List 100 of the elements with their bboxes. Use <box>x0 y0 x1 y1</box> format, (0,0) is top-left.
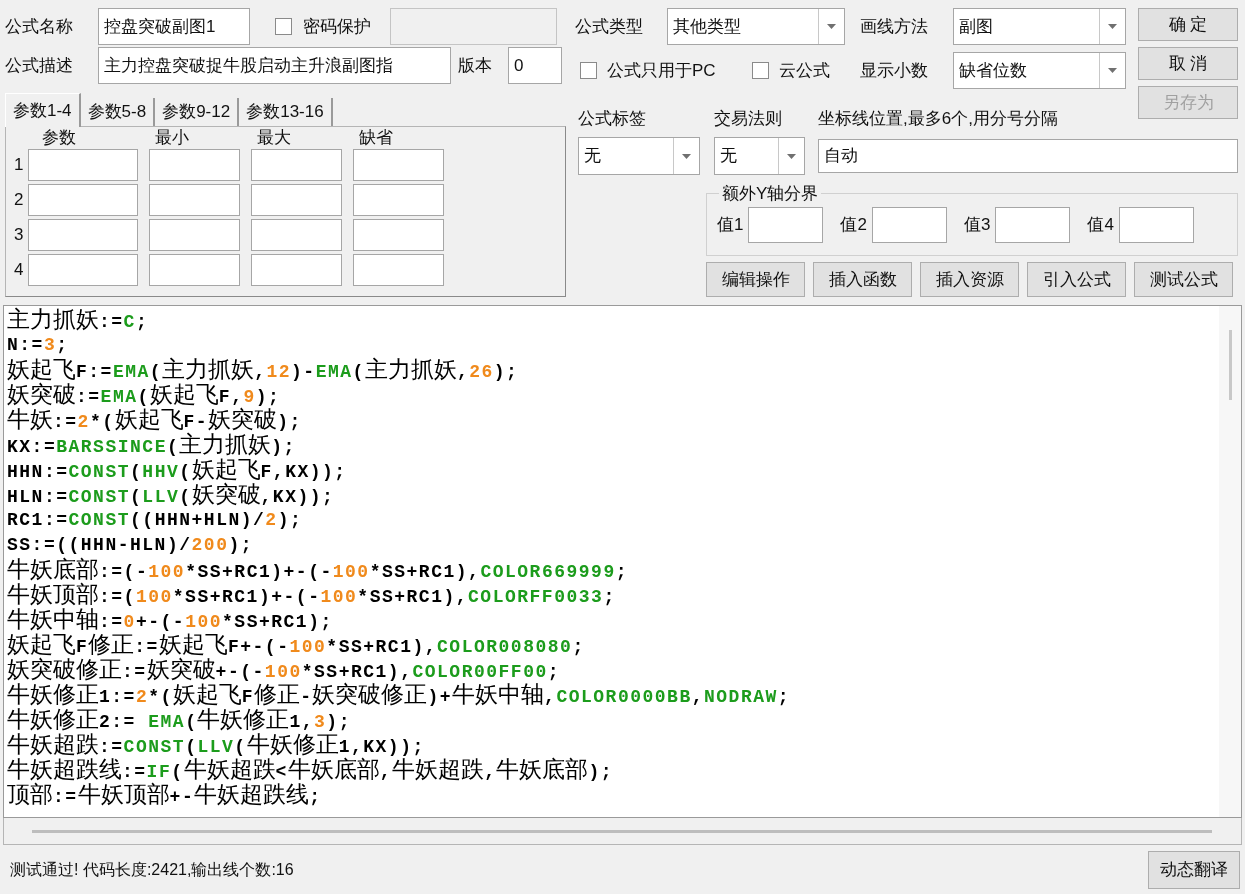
axis-field[interactable]: 自动 <box>818 139 1238 173</box>
field-label: 云公式 <box>779 59 831 82</box>
param-field[interactable] <box>353 219 444 251</box>
code-line: 牛妖底部:=(-100*SS+RC1)+-(-100*SS+RC1),COLOR669999; <box>7 557 628 582</box>
field-label: 公式描述 <box>5 54 74 77</box>
code-line: 主力抓妖:=C; <box>7 307 149 332</box>
field-label: 公式标签 <box>578 108 647 131</box>
code-line: RC1:=CONST((HHN+HLN)/2); <box>7 509 303 532</box>
code-line: KX:=BARSSINCE(主力抓妖); <box>7 432 296 457</box>
value-field[interactable] <box>995 206 1071 243</box>
field-label: 画线方法 <box>860 15 929 38</box>
caret-icon <box>827 24 836 29</box>
code-line: SS:=((HHN-HLN)/200); <box>7 534 254 557</box>
field-label: 交易法则 <box>714 108 783 131</box>
param-field[interactable] <box>28 184 138 216</box>
param-field[interactable] <box>28 254 138 286</box>
caret-icon <box>1108 24 1117 29</box>
param-tab[interactable]: 参数9-12 <box>155 98 240 126</box>
code-line: 顶部:=牛妖顶部+-牛妖超跌线; <box>7 782 322 807</box>
value-field[interactable] <box>1118 206 1194 243</box>
field-label: 公式名称 <box>5 15 74 38</box>
dropdown[interactable]: 无 <box>714 137 805 175</box>
column-header: 参数 <box>41 128 77 146</box>
dropdown[interactable]: 缺省位数 <box>953 52 1126 89</box>
param-field[interactable] <box>251 184 342 216</box>
dialog-button[interactable]: 插入资源 <box>920 262 1019 297</box>
param-tab[interactable]: 参数1-4 <box>5 93 81 127</box>
param-field[interactable] <box>149 149 240 181</box>
dropdown[interactable]: 无 <box>578 137 700 175</box>
param-tab[interactable]: 参数5-8 <box>80 98 156 126</box>
field-label: 版本 <box>458 54 493 77</box>
row-number: 2 <box>14 189 25 212</box>
code-line: N:=3; <box>7 334 69 357</box>
param-field[interactable] <box>251 254 342 286</box>
param-field[interactable] <box>149 184 240 216</box>
code-line: 牛妖超跌:=CONST(LLV(牛妖修正1,KX)); <box>7 732 425 757</box>
checkbox[interactable] <box>752 62 769 79</box>
code-line: 牛妖中轴:=0+-(-100*SS+RC1); <box>7 607 333 632</box>
column-header: 最小 <box>154 128 190 146</box>
field-label: 显示小数 <box>860 59 929 82</box>
value-field[interactable] <box>871 206 947 243</box>
caret-icon <box>787 153 796 159</box>
param-field[interactable] <box>251 219 342 251</box>
description-field[interactable]: 主力控盘突破捉牛股启动主升浪副图指 <box>98 47 451 84</box>
code-line: 妖起飞F修正:=妖起飞F+-(-100*SS+RC1),COLOR008080; <box>7 632 585 657</box>
code-editor[interactable] <box>3 305 1242 818</box>
scrollbar-thumb[interactable] <box>1228 330 1232 400</box>
code-line: 牛妖修正1:=2*(妖起飞F修正-妖突破修正)+牛妖中轴,COLOR0000BB,NODRAW; <box>7 682 791 707</box>
code-line: 妖起飞F:=EMA(主力抓妖,12)-EMA(主力抓妖,26); <box>7 357 519 382</box>
row-number: 1 <box>14 154 25 177</box>
param-field[interactable] <box>353 184 444 216</box>
code-line: 牛妖顶部:=(100*SS+RC1)+-(-100*SS+RC1),COLORFF0033; <box>7 582 616 607</box>
code-line: 牛妖超跌线:=IF(牛妖超跌<牛妖底部,牛妖超跌,牛妖底部); <box>7 757 614 782</box>
dialog-button[interactable]: 插入函数 <box>813 262 912 297</box>
value-field[interactable] <box>748 206 824 243</box>
code-line: 牛妖修正2:= EMA(牛妖修正1,3); <box>7 707 351 732</box>
field-label: 值4 <box>1087 213 1114 236</box>
caret-icon <box>682 153 691 159</box>
field-label: 公式只用于PC <box>607 59 717 82</box>
column-header: 缺省 <box>358 128 394 146</box>
param-field[interactable] <box>353 254 444 286</box>
code-line: 妖突破:=EMA(妖起飞F,9); <box>7 382 281 407</box>
dialog-button[interactable]: 取 消 <box>1138 47 1238 80</box>
checkbox[interactable] <box>580 62 597 79</box>
version-field[interactable]: 0 <box>508 47 562 84</box>
group-title: 额外Y轴分界 <box>721 183 820 205</box>
code-line: HLN:=CONST(LLV(妖突破,KX)); <box>7 482 335 507</box>
code-line: HHN:=CONST(HHV(妖起飞F,KX)); <box>7 457 347 482</box>
row-number: 3 <box>14 224 25 247</box>
name-field[interactable]: 控盘突破副图1 <box>98 8 250 45</box>
code-line: 妖突破修正:=妖突破+-(-100*SS+RC1),COLOR00FF00; <box>7 657 561 682</box>
status-message: 测试通过! 代码长度:2421,输出线个数:16 <box>10 859 294 880</box>
dialog-button[interactable]: 引入公式 <box>1027 262 1126 297</box>
param-field[interactable] <box>353 149 444 181</box>
param-field[interactable] <box>149 219 240 251</box>
code-line: 牛妖:=2*(妖起飞F-妖突破); <box>7 407 302 432</box>
field-label: 公式类型 <box>575 15 644 38</box>
checkbox[interactable] <box>275 18 292 35</box>
column-header: 最大 <box>256 128 292 146</box>
dropdown[interactable]: 副图 <box>953 8 1126 45</box>
param-tab[interactable]: 参数13-16 <box>239 98 333 126</box>
caret-icon <box>1108 68 1117 73</box>
param-field[interactable] <box>28 149 138 181</box>
dialog-button[interactable]: 测试公式 <box>1134 262 1233 297</box>
field-label: 值3 <box>963 213 991 236</box>
dialog-button[interactable]: 确 定 <box>1138 8 1238 41</box>
dialog-button[interactable]: 编辑操作 <box>706 262 805 297</box>
row-number: 4 <box>14 259 25 282</box>
field-label: 值1 <box>717 213 744 236</box>
dropdown[interactable]: 其他类型 <box>667 8 845 45</box>
param-field[interactable] <box>28 219 138 251</box>
dialog-button[interactable]: 动态翻译 <box>1148 850 1240 889</box>
scrollbar-thumb[interactable] <box>32 829 1212 833</box>
field-label: 坐标线位置,最多6个,用分号分隔 <box>818 108 1058 131</box>
param-field[interactable] <box>149 254 240 286</box>
field-label: 值2 <box>840 213 867 236</box>
vertical-scrollbar[interactable] <box>1219 306 1241 817</box>
horizontal-scrollbar[interactable] <box>3 818 1242 845</box>
field-label: 密码保护 <box>303 15 372 38</box>
param-field[interactable] <box>251 149 342 181</box>
